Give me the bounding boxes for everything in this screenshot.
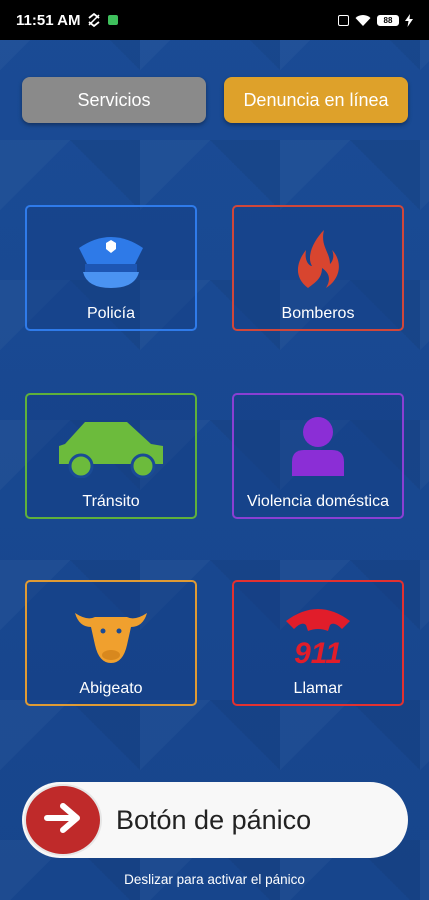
card-label: Tránsito xyxy=(82,493,140,510)
card-label: Policía xyxy=(86,305,136,322)
card-violencia-domestica[interactable]: Violencia doméstica xyxy=(232,393,404,519)
panic-label: Botón de pánico xyxy=(116,805,312,835)
card-abigeato[interactable]: Abigeato xyxy=(25,580,197,706)
flame-icon xyxy=(290,228,346,295)
car-icon xyxy=(55,414,167,483)
card-label: Abigeato xyxy=(79,680,143,697)
emergency-number-text: 911 xyxy=(294,637,342,665)
charging-icon xyxy=(405,13,413,27)
card-label: Bomberos xyxy=(281,305,355,322)
person-icon xyxy=(288,416,348,483)
battery-icon: 88 xyxy=(377,14,399,26)
card-llamar[interactable]: 911 Llamar xyxy=(232,580,404,706)
denuncia-en-linea-button[interactable]: Denuncia en línea xyxy=(224,77,408,123)
panic-hint: Deslizar para activar el pánico xyxy=(124,872,305,887)
card-bomberos[interactable]: Bomberos xyxy=(232,205,404,331)
status-bar: 11:51 AM 88 xyxy=(0,0,429,40)
sync-icon xyxy=(86,12,102,28)
panic-slider[interactable]: Botón de pánico xyxy=(22,782,408,858)
arrow-right-icon xyxy=(43,801,83,840)
card-label: Llamar xyxy=(293,680,343,697)
card-label: Violencia doméstica xyxy=(246,493,389,510)
cow-head-icon xyxy=(73,605,149,670)
police-cap-icon xyxy=(73,230,149,295)
phone-911-icon: 911 xyxy=(278,603,358,670)
card-policia[interactable]: Policía xyxy=(25,205,197,331)
servicios-button[interactable]: Servicios xyxy=(22,77,206,123)
app-notification-icon xyxy=(108,15,119,25)
clock: 11:51 AM xyxy=(16,11,81,29)
card-transito[interactable]: Tránsito xyxy=(25,393,197,519)
panic-slider-handle[interactable] xyxy=(24,784,102,856)
wifi-icon xyxy=(355,14,371,27)
screen-icon xyxy=(338,14,349,26)
